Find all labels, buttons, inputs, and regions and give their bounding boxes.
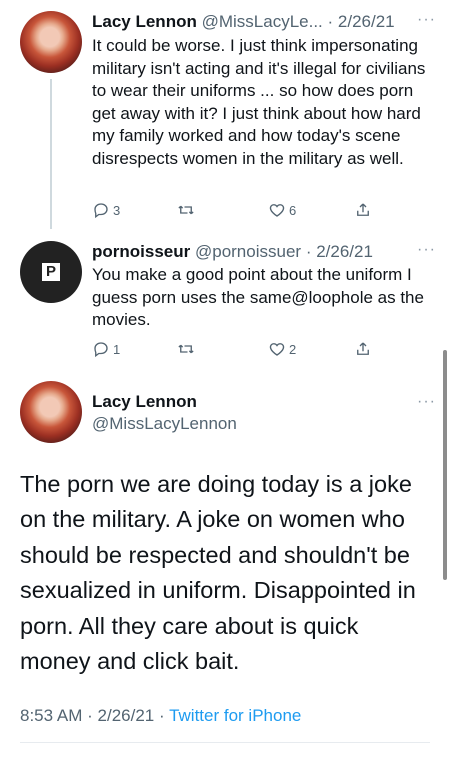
- author-handle[interactable]: @MissLacyLe...: [202, 12, 323, 31]
- scrollbar[interactable]: [443, 350, 447, 580]
- retweet-button[interactable]: [177, 201, 198, 219]
- tweet-actions: 3 6: [92, 201, 382, 223]
- like-icon: [269, 204, 285, 217]
- tweet-timestamp: 8:53 AM · 2/26/21 · Twitter for iPhone: [20, 706, 301, 726]
- avatar[interactable]: P: [20, 241, 82, 303]
- reply-count: 3: [113, 202, 121, 218]
- more-icon[interactable]: ···: [417, 241, 436, 259]
- retweet-icon: [178, 344, 194, 354]
- author-handle[interactable]: @pornoissuer: [195, 242, 301, 261]
- avatar-photo: [20, 11, 82, 73]
- author-name[interactable]: Lacy Lennon: [92, 391, 197, 413]
- like-button[interactable]: 2: [268, 340, 296, 358]
- tweet-time: 8:53 AM: [20, 706, 83, 725]
- separator: ·: [158, 706, 165, 725]
- more-icon[interactable]: ···: [417, 393, 436, 411]
- reply-icon: [94, 342, 108, 358]
- more-icon[interactable]: ···: [417, 11, 436, 29]
- like-count: 2: [289, 341, 297, 357]
- share-button[interactable]: [354, 340, 372, 358]
- main-tweet-text: The porn we are doing today is a joke on…: [20, 471, 416, 675]
- reply-icon: [94, 203, 108, 219]
- tweet-date: 2/26/21: [97, 706, 155, 725]
- reply-button[interactable]: 3: [92, 201, 120, 219]
- avatar-photo: [20, 381, 82, 443]
- share-button[interactable]: [354, 201, 372, 219]
- share-icon: [357, 203, 369, 216]
- avatar[interactable]: [20, 11, 82, 73]
- tweet-2[interactable]: P pornoisseur @pornoissuer · 2/26/21 ···…: [0, 241, 450, 371]
- tweet-text: It could be worse. I just think imperson…: [92, 36, 426, 168]
- author-name[interactable]: Lacy Lennon: [92, 12, 197, 31]
- thread-line: [50, 79, 52, 229]
- tweet-header: pornoisseur @pornoissuer · 2/26/21: [92, 241, 373, 263]
- reply-count: 1: [113, 341, 121, 357]
- avatar[interactable]: [20, 381, 82, 443]
- author-handle[interactable]: @MissLacyLennon: [92, 413, 237, 435]
- tweet-1[interactable]: Lacy Lennon @MissLacyLe... · 2/26/21 ···…: [0, 11, 450, 236]
- tweet-text: You make a good point about the uniform …: [92, 265, 424, 330]
- author-name[interactable]: pornoisseur: [92, 242, 190, 261]
- tweet-actions: 1 2: [92, 340, 382, 362]
- like-count: 6: [289, 202, 297, 218]
- like-icon: [269, 343, 285, 356]
- tweet-date[interactable]: 2/26/21: [338, 12, 395, 31]
- separator: ·: [327, 12, 334, 31]
- separator: ·: [87, 706, 93, 725]
- share-icon: [357, 342, 369, 355]
- like-button[interactable]: 6: [268, 201, 296, 219]
- retweet-button[interactable]: [177, 340, 198, 358]
- retweet-icon: [178, 205, 194, 215]
- avatar-logo: P: [42, 263, 60, 281]
- tweet-date[interactable]: 2/26/21: [316, 242, 373, 261]
- reply-button[interactable]: 1: [92, 340, 120, 358]
- tweet-source-link[interactable]: Twitter for iPhone: [169, 706, 301, 725]
- tweet-header: Lacy Lennon @MissLacyLe... · 2/26/21: [92, 11, 395, 33]
- separator: ·: [305, 242, 312, 261]
- divider: [20, 742, 430, 743]
